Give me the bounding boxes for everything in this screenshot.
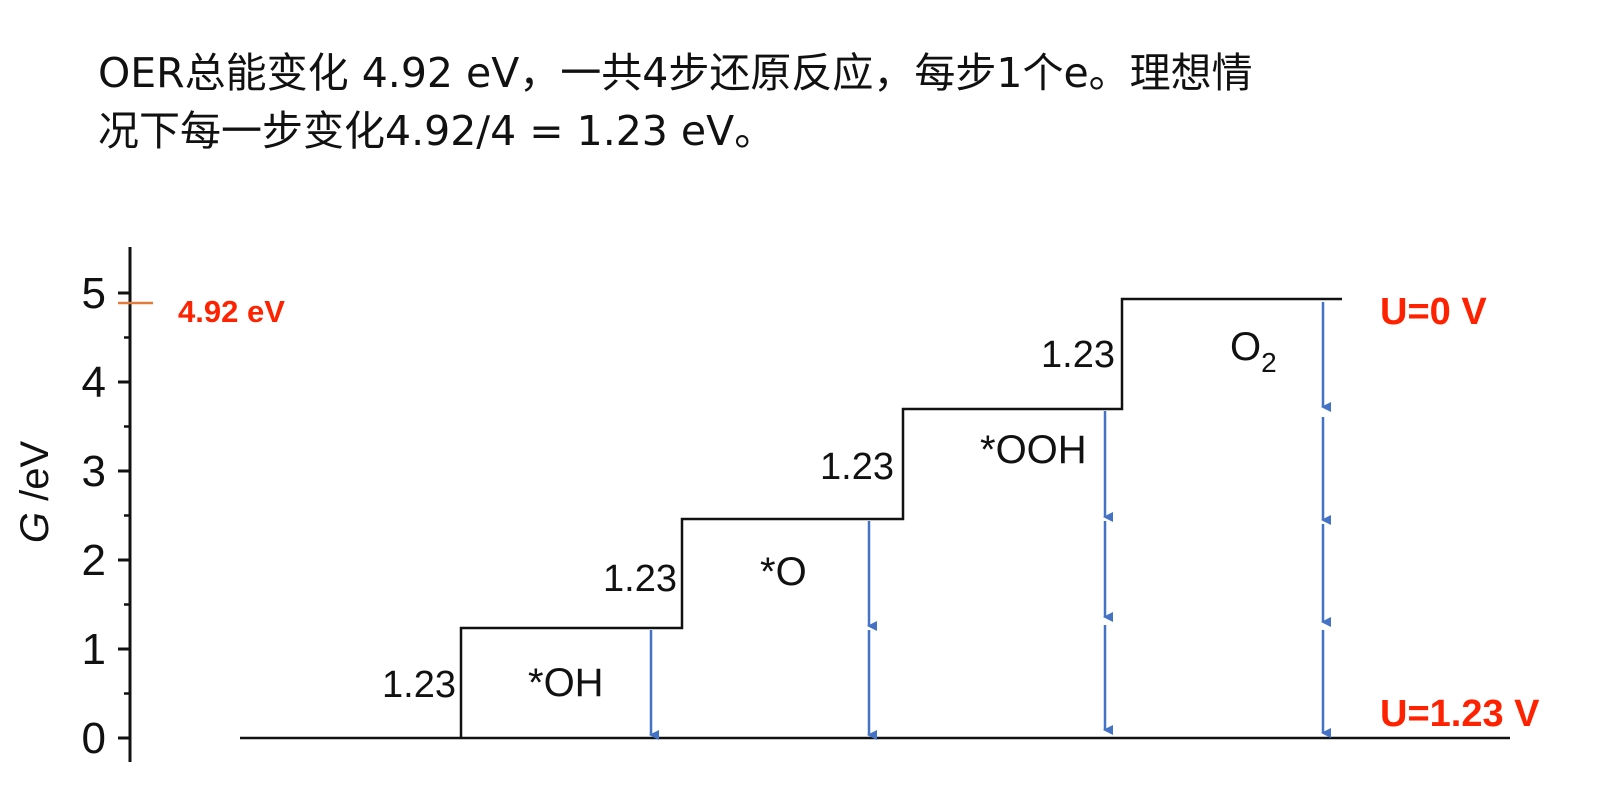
- species-ooh: *OOH: [980, 428, 1087, 472]
- y-tick-label-0: 0: [82, 714, 106, 763]
- step-label-4: 1.23: [1041, 334, 1115, 376]
- potential-label-bottom: U=1.23 V: [1380, 693, 1540, 735]
- y-axis-ticks: 0 1 2 3 4 5: [82, 269, 130, 763]
- step-label-2: 1.23: [603, 558, 677, 600]
- species-o2: O2: [1230, 325, 1277, 378]
- energy-step-diagram: 0 1 2 3 4 5 G /eV 4.92 eV 1.23 1.23 1.23 1.23…: [13, 247, 1540, 763]
- potential-label-top: U=0 V: [1380, 291, 1487, 333]
- species-o: *O: [760, 550, 807, 594]
- y-tick-label-4: 4: [82, 358, 106, 407]
- y-axis-title: G /eV: [13, 441, 57, 544]
- y-axis-title-unit: /eV: [13, 441, 57, 512]
- y-axis-title-variable: G: [13, 512, 57, 543]
- step-label-1: 1.23: [382, 664, 456, 706]
- y-tick-label-2: 2: [82, 536, 106, 585]
- step-label-3: 1.23: [820, 446, 894, 488]
- marker-label: 4.92 eV: [178, 294, 285, 329]
- species-o2-main: O: [1230, 325, 1261, 369]
- y-tick-label-3: 3: [82, 447, 106, 496]
- y-tick-label-5: 5: [82, 269, 106, 318]
- species-o2-subscript: 2: [1261, 347, 1277, 378]
- y-tick-label-1: 1: [82, 625, 106, 674]
- species-oh: *OH: [528, 661, 604, 705]
